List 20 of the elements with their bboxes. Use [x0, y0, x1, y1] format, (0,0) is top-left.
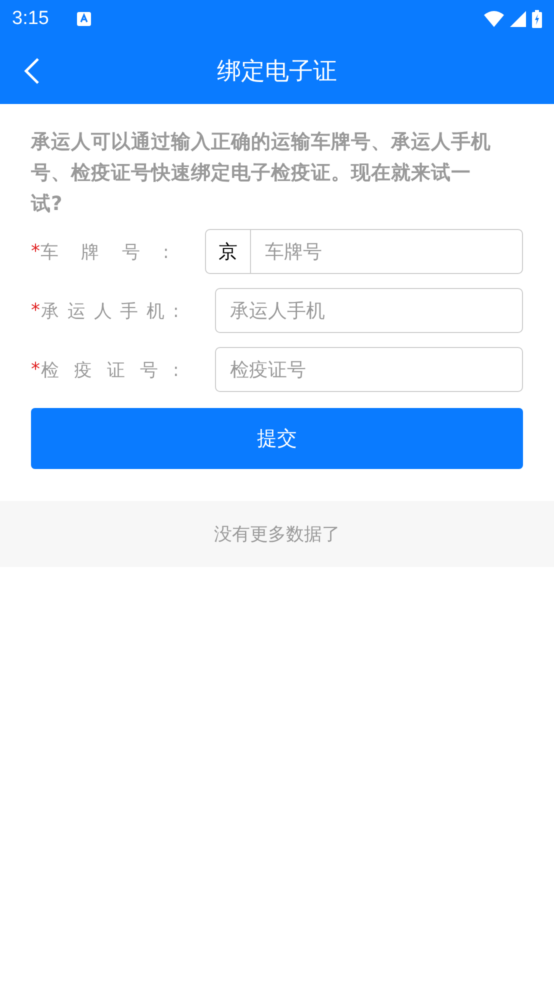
back-icon	[24, 57, 40, 85]
input-field[interactable]: 承运人手机	[215, 288, 523, 333]
clock: 3:15	[12, 8, 49, 30]
submit-button[interactable]: 提交	[31, 408, 523, 469]
province-prefix[interactable]: 京	[206, 230, 251, 273]
battery-icon	[532, 10, 542, 28]
required-mark: *	[31, 300, 41, 321]
field-label: 检疫证号:	[41, 358, 179, 382]
required-mark: *	[31, 241, 40, 262]
wifi-icon	[484, 11, 504, 27]
input-field[interactable]: 检疫证号	[215, 347, 523, 392]
required-mark: *	[31, 359, 41, 380]
field-label: 承运人手机:	[41, 300, 179, 322]
intro-text: 承运人可以通过输入正确的运输车牌号、承运人手机号、检疫证号快速绑定电子检疫证。现在就来试一试?	[31, 129, 492, 217]
page-title: 绑定电子证	[217, 56, 337, 87]
signal-icon	[510, 11, 526, 27]
keyboard-notification-icon	[76, 12, 91, 26]
field-label: 车牌号:	[40, 240, 169, 264]
input-field[interactable]: 京 车牌号	[205, 229, 523, 274]
no-more-data-text: 没有更多数据了	[214, 523, 340, 546]
